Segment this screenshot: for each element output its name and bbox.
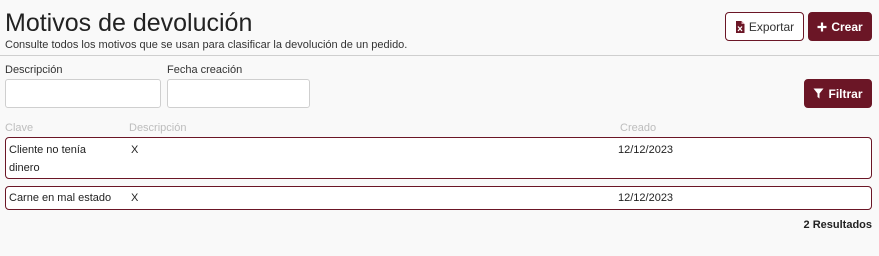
row-creado: 12/12/2023 — [618, 192, 674, 204]
page-title: Motivos de devolución — [5, 9, 253, 37]
export-button-label: Exportar — [748, 19, 795, 34]
create-button-label: Crear — [831, 19, 863, 34]
column-header-descripcion: Descripción — [129, 122, 187, 134]
column-header-clave: Clave — [5, 122, 34, 134]
table-row[interactable]: Carne en mal estado X 12/12/2023 — [5, 186, 872, 210]
results-count: 2 Resultados — [803, 219, 872, 231]
funnel-icon — [813, 88, 824, 99]
row-descripcion: X — [131, 144, 139, 156]
description-filter-label: Descripción — [5, 64, 63, 76]
table-row[interactable]: Cliente no tenía dinero X 12/12/2023 — [5, 137, 872, 179]
filter-button[interactable]: Filtrar — [804, 79, 872, 108]
row-clave: Cliente no tenía dinero — [9, 144, 87, 174]
row-creado: 12/12/2023 — [618, 144, 674, 156]
excel-file-icon — [735, 20, 745, 33]
column-header-creado: Creado — [620, 122, 657, 134]
export-button[interactable]: Exportar — [725, 12, 804, 41]
description-filter-input[interactable] — [5, 79, 161, 108]
header-divider — [0, 55, 879, 56]
date-filter-label: Fecha creación — [167, 64, 243, 76]
filter-button-label: Filtrar — [828, 86, 863, 101]
row-descripcion: X — [131, 192, 139, 204]
create-button[interactable]: Crear — [808, 12, 872, 41]
page-subtitle: Consulte todos los motivos que se usan p… — [5, 39, 408, 51]
plus-icon — [817, 22, 827, 32]
date-filter-input[interactable] — [167, 79, 310, 108]
row-clave: Carne en mal estado — [9, 192, 112, 204]
